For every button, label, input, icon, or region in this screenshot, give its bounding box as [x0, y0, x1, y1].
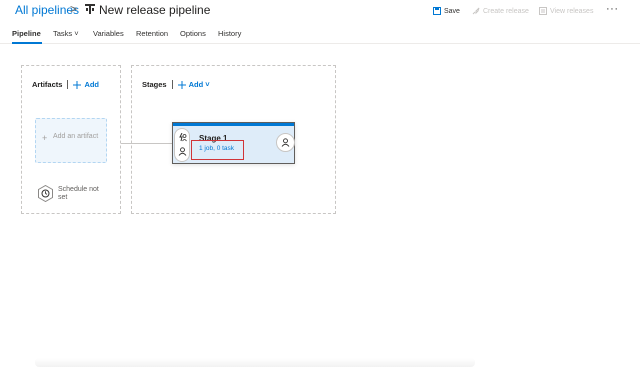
create-release-label: Create release: [483, 7, 529, 15]
schedule-label: Schedule not set: [58, 186, 99, 201]
view-releases-label: View releases: [550, 7, 594, 15]
stage-accent-bar: [173, 123, 294, 126]
plus-icon: +: [42, 133, 48, 143]
tab-bar: Pipeline Tasks ˅ Variables Retention Opt…: [0, 25, 640, 44]
create-release-button[interactable]: Create release: [472, 7, 529, 15]
stages-heading: Stages: [142, 80, 167, 89]
pipeline-icon: [85, 4, 95, 14]
list-icon: [539, 7, 547, 15]
header-divider: [67, 80, 69, 89]
add-artifact-link[interactable]: Add: [73, 80, 99, 89]
tab-tasks[interactable]: Tasks ˅: [53, 29, 79, 38]
add-stage-label: Add ˅: [188, 80, 210, 89]
stage-tasks-link-highlight[interactable]: 1 job, 0 task: [191, 140, 244, 160]
rocket-icon: [472, 7, 480, 15]
plus-icon: [177, 80, 186, 89]
active-tab-indicator: [12, 42, 42, 44]
lightning-person-icon[interactable]: [178, 133, 187, 142]
person-icon: [281, 138, 290, 147]
tab-variables[interactable]: Variables: [93, 29, 124, 38]
artifacts-header: Artifacts Add: [32, 80, 99, 89]
stage-tasks-link[interactable]: 1 job, 0 task: [199, 145, 234, 152]
view-releases-button[interactable]: View releases: [539, 7, 593, 15]
page-title[interactable]: New release pipeline: [99, 3, 210, 17]
breadcrumb-separator: >: [70, 2, 78, 16]
person-icon[interactable]: [178, 147, 187, 156]
bottom-shadow: [35, 358, 475, 367]
plus-icon: [73, 80, 82, 89]
add-artifact-text: Add an artifact: [53, 133, 99, 140]
tab-history[interactable]: History: [218, 29, 241, 38]
post-deployment-conditions[interactable]: [276, 133, 295, 152]
tab-retention[interactable]: Retention: [136, 29, 168, 38]
artifacts-heading: Artifacts: [32, 80, 63, 89]
header-divider: [171, 80, 173, 89]
tab-pipeline[interactable]: Pipeline: [12, 29, 41, 38]
save-label: Save: [444, 7, 460, 15]
stages-header: Stages Add ˅: [142, 80, 210, 89]
add-artifact-card[interactable]: + Add an artifact: [35, 118, 107, 163]
add-stage-link[interactable]: Add ˅: [177, 80, 210, 89]
save-button[interactable]: Save: [433, 7, 460, 15]
save-icon: [433, 7, 441, 15]
clock-icon: [38, 185, 53, 202]
stage-card[interactable]: Stage 1 1 job, 0 task: [172, 122, 295, 164]
add-artifact-label: Add: [84, 80, 100, 89]
tab-options[interactable]: Options: [180, 29, 206, 38]
header: All pipelines > New release pipeline Sav…: [0, 0, 640, 22]
pre-deployment-conditions[interactable]: [174, 128, 190, 162]
more-options-button[interactable]: ···: [606, 3, 619, 15]
